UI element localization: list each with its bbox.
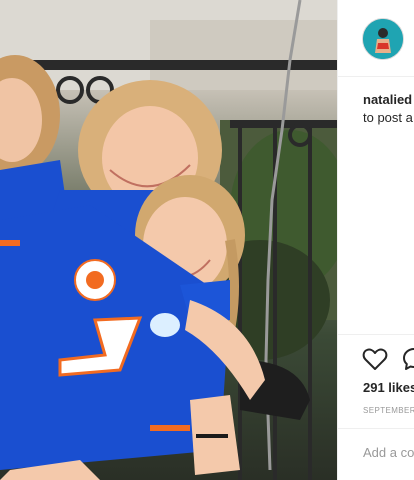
profile-avatar[interactable] <box>362 18 404 60</box>
heart-icon-glyph <box>362 348 388 370</box>
post-photo-illustration <box>0 0 337 480</box>
heart-icon[interactable] <box>362 347 388 371</box>
actions-divider <box>338 334 414 335</box>
post-date: SEPTEMBER <box>363 406 414 415</box>
post-caption: to post a <box>363 110 413 125</box>
likes-count[interactable]: 291 likes <box>363 380 414 395</box>
comment-divider <box>338 428 414 429</box>
post-side-panel: natalied to post a 291 likes SEPTEMBER A… <box>338 0 414 480</box>
comment-icon-glyph <box>403 348 414 370</box>
post-photo[interactable] <box>0 0 337 480</box>
avatar-figure-icon <box>363 19 403 59</box>
instagram-post-view: natalied to post a 291 likes SEPTEMBER A… <box>0 0 414 480</box>
comment-icon[interactable] <box>402 347 414 371</box>
header-divider <box>338 76 414 77</box>
post-username[interactable]: natalied <box>363 92 412 107</box>
add-comment-input[interactable]: Add a co <box>363 445 414 460</box>
